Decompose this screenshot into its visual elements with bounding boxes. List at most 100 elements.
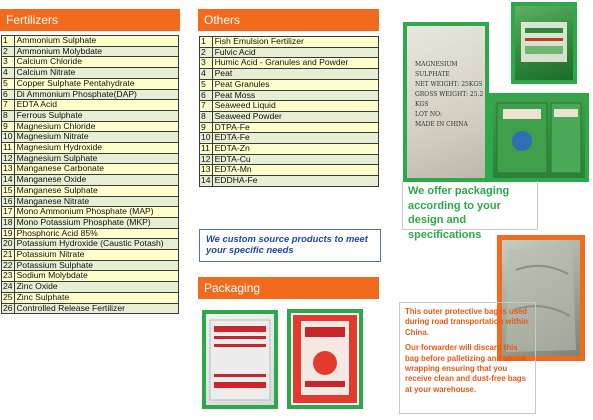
product-name: EDTA-Mn <box>211 164 380 177</box>
table-row: 6 Peat Moss <box>199 89 380 102</box>
product-name: Magnesium Chloride <box>13 120 180 133</box>
row-number: 20 <box>1 238 15 251</box>
row-number: 11 <box>199 143 213 155</box>
row-number: 2 <box>1 45 15 58</box>
product-name: Manganese Sulphate <box>13 184 180 197</box>
row-number: 4 <box>199 68 213 80</box>
product-name: EDTA Acid <box>13 99 180 111</box>
row-number: 14 <box>1 174 15 186</box>
table-row: 4 Calcium Nitrate <box>1 67 180 79</box>
row-number: 13 <box>199 164 213 177</box>
table-row: 24 Zinc Oxide <box>1 281 180 293</box>
outer-bag-description: This outer protective bag is used during… <box>399 302 536 414</box>
bag-label-line5: MADE IN CHINA <box>415 121 468 128</box>
table-row: 8 Ferrous Sulphate <box>1 109 180 122</box>
fertilizers-header: Fertilizers <box>0 9 180 31</box>
table-row: 15 Manganese Sulphate <box>1 184 180 197</box>
row-number: 3 <box>199 57 213 70</box>
row-number: 12 <box>1 152 15 165</box>
fertilizers-table: 1 Ammonium Sulphate 2 Ammonium Molybdate 3 Ca… <box>1 35 180 315</box>
red-bag-illustration <box>209 319 271 401</box>
table-row: 16 Manganese Nitrate <box>1 195 180 208</box>
product-name: Fulvic Acid <box>211 46 380 59</box>
row-number: 1 <box>199 36 213 48</box>
table-row: 5 Peat Granules <box>199 78 380 91</box>
others-table: 1 Fish Emulsion Fertilizer 2 Fulvic Acid 3 Hu… <box>199 36 380 187</box>
packaging-photo-2 <box>287 309 363 409</box>
row-number: 25 <box>1 291 15 304</box>
outer-bag-para-2: Our forwarder will discard this bag befo… <box>405 343 527 394</box>
row-number: 23 <box>1 270 15 283</box>
product-name: Humic Acid - Granules and Powder <box>211 57 380 70</box>
bag-photo-green-stack <box>489 93 589 182</box>
product-name: Controlled Release Fertilizer <box>13 302 180 315</box>
product-name: Manganese Nitrate <box>13 195 180 208</box>
table-row: 18 Mono Potassium Phosphate (MKP) <box>1 216 180 229</box>
product-name: Calcium Nitrate <box>13 67 180 79</box>
row-number: 3 <box>1 56 15 69</box>
table-row: 14 EDDHA-Fe <box>199 175 380 187</box>
product-name: Zinc Sulphate <box>13 291 180 304</box>
table-row: 6 Di Ammonium Phosphate(DAP) <box>1 88 180 101</box>
row-number: 15 <box>1 184 15 197</box>
table-row: 14 Manganese Oxide <box>1 174 180 186</box>
table-row: 23 Sodium Molybdate <box>1 270 180 283</box>
product-name: Potassium Sulphate <box>13 259 180 272</box>
product-name: Zinc Oxide <box>13 281 180 293</box>
product-name: Magnesium Nitrate <box>13 131 180 144</box>
product-name: Mono Potassium Phosphate (MKP) <box>13 216 180 229</box>
row-number: 18 <box>1 216 15 229</box>
row-number: 1 <box>1 35 15 47</box>
row-number: 17 <box>1 206 15 218</box>
row-number: 16 <box>1 195 15 208</box>
table-row: 8 Seaweed Powder <box>199 110 380 123</box>
row-number: 6 <box>1 88 15 101</box>
table-row: 17 Mono Ammonium Phosphate (MAP) <box>1 206 180 218</box>
table-row: 26 Controlled Release Fertilizer <box>1 302 180 315</box>
table-row: 13 EDTA-Mn <box>199 164 380 177</box>
row-number: 5 <box>1 77 15 90</box>
table-row: 12 EDTA-Cu <box>199 153 380 166</box>
row-number: 24 <box>1 281 15 293</box>
row-number: 9 <box>1 120 15 133</box>
product-name: Potassium Nitrate <box>13 249 180 261</box>
product-name: Potassium Hydroxide (Caustic Potash) <box>13 238 180 251</box>
product-name: Seaweed Liquid <box>211 100 380 112</box>
product-name: DTPA-Fe <box>211 121 380 134</box>
bag-label-line2: NET WEIGHT: 25KGS <box>415 81 483 88</box>
table-row: 7 Seaweed Liquid <box>199 100 380 112</box>
table-row: 1 Ammonium Sulphate <box>1 35 180 47</box>
table-row: 11 EDTA-Zn <box>199 143 380 155</box>
bag-label-line3: GROSS WEIGHT: 25.2 KGS <box>415 91 484 108</box>
row-number: 9 <box>199 121 213 134</box>
bag-photo-white-sack: MAGNESIUM SULPHATE NET WEIGHT: 25KGS GRO… <box>403 22 489 182</box>
row-number: 19 <box>1 227 15 240</box>
product-name: Ammonium Molybdate <box>13 45 180 58</box>
row-number: 26 <box>1 302 15 315</box>
row-number: 7 <box>199 100 213 112</box>
table-row: 3 Humic Acid - Granules and Powder <box>199 57 380 70</box>
row-number: 2 <box>199 46 213 59</box>
table-row: 22 Potassium Sulphate <box>1 259 180 272</box>
custom-source-note: We custom source products to meet your s… <box>199 229 381 262</box>
others-header: Others <box>198 9 379 31</box>
row-number: 21 <box>1 249 15 261</box>
table-row: 19 Phosphoric Acid 85% <box>1 227 180 240</box>
product-name: Copper Sulphate Pentahydrate <box>13 77 180 90</box>
table-row: 25 Zinc Sulphate <box>1 291 180 304</box>
bag-label-line1: MAGNESIUM SULPHATE <box>415 61 458 78</box>
product-name: Calcium Chloride <box>13 56 180 69</box>
table-row: 11 Magnesium Hydroxide <box>1 142 180 154</box>
row-number: 14 <box>199 175 213 187</box>
table-row: 10 Magnesium Nitrate <box>1 131 180 144</box>
product-name: Manganese Oxide <box>13 174 180 186</box>
table-row: 3 Calcium Chloride <box>1 56 180 69</box>
product-name: EDTA-Cu <box>211 153 380 166</box>
row-number: 5 <box>199 78 213 91</box>
product-name: Peat Granules <box>211 78 380 91</box>
red-printed-bag-illustration <box>293 315 357 403</box>
row-number: 8 <box>199 110 213 123</box>
product-name: Fish Emulsion Fertilizer <box>211 36 380 48</box>
product-name: Magnesium Hydroxide <box>13 142 180 154</box>
product-name: Ammonium Sulphate <box>13 35 180 47</box>
